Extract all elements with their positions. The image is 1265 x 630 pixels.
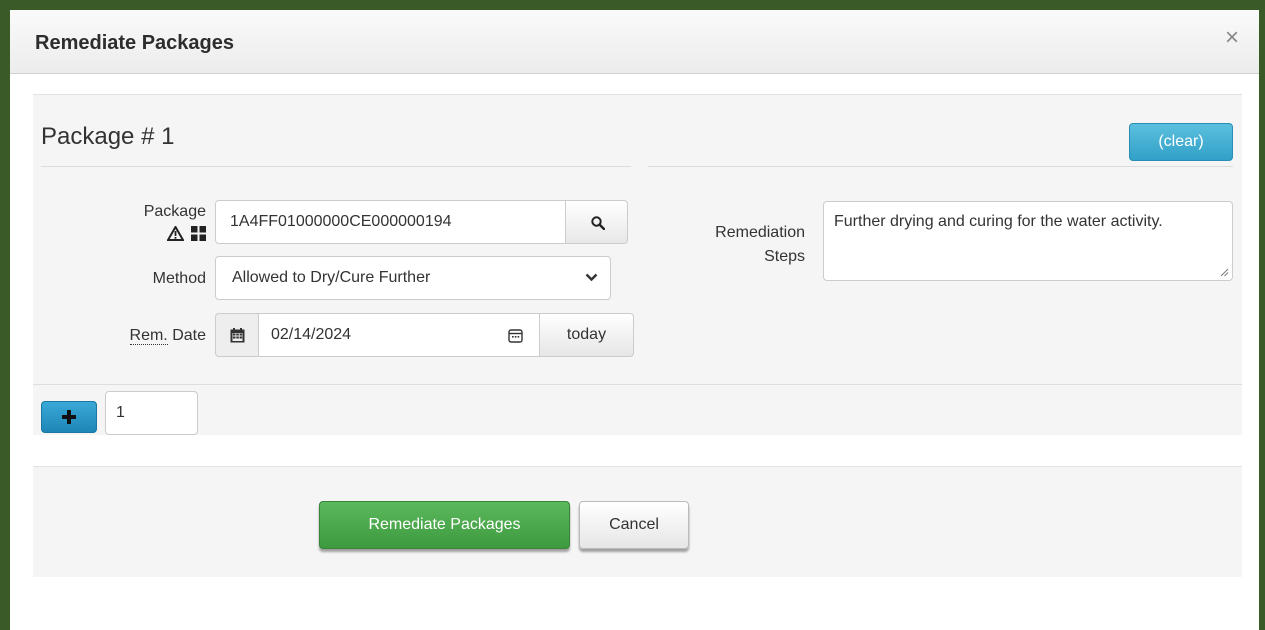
divider — [33, 384, 1242, 385]
cancel-button[interactable]: Cancel — [579, 501, 689, 549]
package-heading: Package # 1 — [41, 123, 175, 150]
package-search-button[interactable] — [565, 200, 628, 244]
clear-button[interactable]: (clear) — [1129, 123, 1233, 161]
add-count-input[interactable]: 1 — [105, 391, 198, 435]
remediation-steps-value: Further drying and curing for the water … — [834, 213, 1163, 230]
calendar-icon — [230, 328, 245, 343]
warning-icon — [165, 225, 185, 242]
rem-date-input[interactable]: 02/14/2024 — [258, 313, 540, 357]
modal-footer: Remediate Packages Cancel — [33, 466, 1242, 577]
remediate-packages-button[interactable]: Remediate Packages — [319, 501, 570, 549]
package-panel: Package # 1 (clear) Package 1A4FF0100000… — [33, 94, 1242, 435]
resize-handle-icon[interactable] — [1220, 268, 1229, 277]
remediate-packages-modal: Remediate Packages × Package # 1 (clear)… — [10, 10, 1259, 630]
rem-date-value: 02/14/2024 — [271, 326, 352, 343]
rem-abbreviation: Rem. — [129, 327, 168, 345]
search-icon — [591, 216, 605, 230]
package-input[interactable]: 1A4FF01000000CE000000194 — [215, 200, 566, 244]
package-flags — [151, 225, 206, 243]
remediation-steps-label: Remediation Steps — [633, 221, 805, 269]
date-addon — [215, 313, 259, 357]
package-label: Package — [143, 203, 206, 220]
modal-header: Remediate Packages × — [10, 10, 1259, 74]
calendar-picker-icon[interactable] — [508, 328, 523, 343]
close-icon[interactable]: × — [1225, 26, 1239, 50]
divider — [648, 166, 1233, 167]
method-label: Method — [152, 270, 206, 287]
grid-icon — [191, 226, 206, 242]
plus-icon — [62, 410, 76, 424]
date-label-text: Date — [167, 327, 206, 344]
method-selected-value: Allowed to Dry/Cure Further — [232, 269, 431, 286]
remediation-steps-textarea[interactable]: Further drying and curing for the water … — [823, 201, 1233, 281]
today-button[interactable]: today — [539, 313, 634, 357]
rem-date-label: Rem. Date — [63, 327, 206, 345]
modal-title: Remediate Packages — [35, 32, 235, 54]
remediation-label-line1: Remediation — [715, 224, 805, 241]
chevron-down-icon — [585, 273, 598, 282]
add-package-button[interactable] — [41, 401, 97, 433]
divider — [41, 166, 631, 167]
method-select[interactable]: Allowed to Dry/Cure Further — [215, 256, 611, 300]
remediation-label-line2: Steps — [764, 248, 805, 265]
